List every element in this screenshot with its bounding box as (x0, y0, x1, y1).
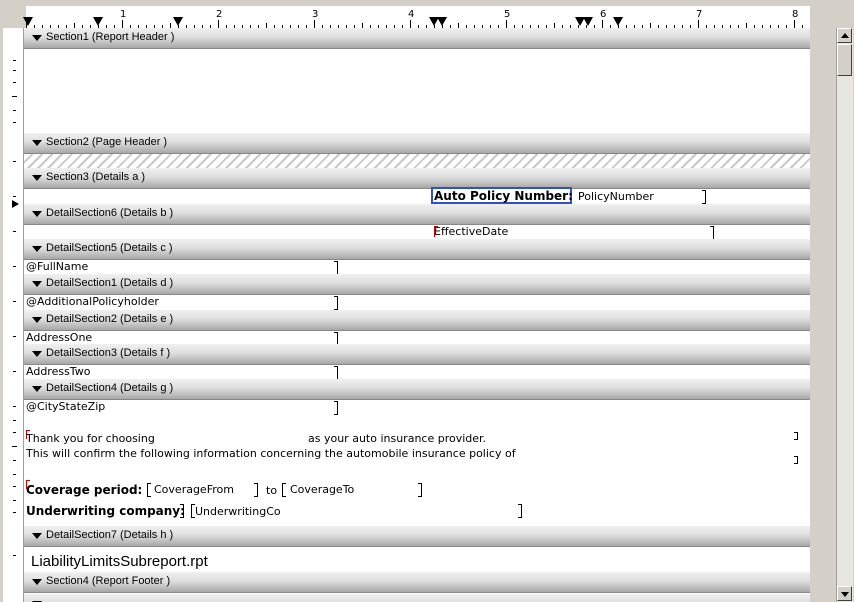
confirm-text[interactable]: This will confirm the following informat… (26, 447, 516, 461)
section-label: DetailSection3 (Details f ) (46, 347, 171, 359)
section-band-details-h[interactable]: DetailSection7 (Details h ) (24, 526, 810, 547)
section-label: Section3 (Details a ) (46, 171, 146, 183)
collapse-triangle-icon[interactable] (32, 281, 42, 287)
ruler-tick (794, 20, 795, 28)
collapse-triangle-icon[interactable] (32, 533, 42, 539)
ruler-tick (218, 20, 219, 28)
collapse-triangle-icon[interactable] (32, 175, 42, 181)
section-label: DetailSection1 (Details d ) (46, 277, 174, 289)
guide-marker-icon[interactable] (173, 17, 183, 26)
collapse-triangle-icon[interactable] (32, 351, 42, 357)
additional-policyholder-field[interactable]: @AdditionalPolicyholder (26, 295, 159, 309)
section-label: DetailSection2 (Details e ) (46, 313, 174, 325)
guide-marker-icon[interactable] (23, 17, 33, 26)
arrow-down-icon (841, 592, 849, 597)
section-label: DetailSection6 (Details b ) (46, 207, 174, 219)
ruler-number: 2 (216, 9, 223, 20)
vertical-ruler[interactable] (3, 28, 24, 602)
ruler-number: 5 (504, 9, 511, 20)
report-design-canvas[interactable]: Section1 (Report Header ) Section2 (Page… (24, 28, 810, 602)
address-two-field[interactable]: AddressTwo (26, 365, 90, 379)
liability-limits-subreport[interactable]: LiabilityLimitsSubreport.rpt (31, 553, 208, 571)
coverage-from-field[interactable]: CoverageFrom (154, 483, 234, 497)
horizontal-ruler[interactable]: 1 2 3 4 5 6 7 8 (23, 6, 810, 29)
underwriting-co-field[interactable]: UnderwritingCo (195, 505, 281, 519)
provider-text[interactable]: as your auto insurance provider. (308, 432, 486, 446)
address-one-field[interactable]: AddressOne (26, 331, 92, 345)
section-label: DetailSection5 (Details c ) (46, 242, 173, 254)
section-band-report-header[interactable]: Section1 (Report Header ) (24, 28, 810, 49)
collapse-triangle-icon[interactable] (32, 579, 42, 585)
ruler-number: 4 (408, 9, 415, 20)
ruler-tick (602, 20, 603, 28)
vertical-scrollbar[interactable] (836, 28, 853, 602)
coverage-to-field[interactable]: CoverageTo (290, 483, 354, 497)
section-label: Section2 (Page Header ) (46, 136, 168, 148)
ruler-number: 8 (792, 9, 799, 20)
scroll-up-button[interactable] (837, 28, 852, 43)
collapse-triangle-icon[interactable] (32, 140, 42, 146)
ruler-tick (698, 20, 699, 28)
section-band-details-d[interactable]: DetailSection1 (Details d ) (24, 274, 810, 295)
ruler-number: 7 (696, 9, 703, 20)
guide-marker-icon[interactable] (437, 17, 447, 26)
collapse-triangle-icon[interactable] (32, 386, 42, 392)
full-name-field[interactable]: @FullName (26, 260, 88, 274)
policy-number-field[interactable]: PolicyNumber (578, 190, 654, 204)
section-band-details-g[interactable]: DetailSection4 (Details g ) (24, 379, 810, 400)
collapse-triangle-icon[interactable] (32, 317, 42, 323)
ruler-tick (410, 20, 411, 28)
city-state-zip-field[interactable]: @CityStateZip (26, 400, 105, 414)
underwriting-company-label[interactable]: Underwriting company: (26, 504, 185, 518)
scroll-thumb[interactable] (837, 44, 852, 76)
suppressed-section-area (24, 154, 810, 168)
section-label: Section4 (Report Footer ) (46, 575, 171, 587)
section-band-details-b[interactable]: DetailSection6 (Details b ) (24, 204, 810, 225)
ruler-tick (122, 20, 123, 28)
to-text[interactable]: to (266, 484, 277, 498)
section-band-page-header[interactable]: Section2 (Page Header ) (24, 133, 810, 154)
section-label: DetailSection7 (Details h ) (46, 529, 174, 541)
section-band-report-footer[interactable]: Section4 (Report Footer ) (24, 572, 810, 593)
section-band-page-footer[interactable] (24, 594, 810, 602)
ruler-tick (506, 20, 507, 28)
ruler-number: 6 (600, 9, 607, 20)
ruler-tick (314, 20, 315, 28)
arrow-up-icon (841, 33, 849, 38)
section-band-details-f[interactable]: DetailSection3 (Details f ) (24, 344, 810, 365)
collapse-triangle-icon[interactable] (32, 35, 42, 41)
row-marker-icon (12, 200, 19, 208)
guide-marker-icon[interactable] (613, 17, 623, 26)
ruler-number: 1 (120, 9, 127, 20)
thank-you-text[interactable]: Thank you for choosing (26, 432, 155, 446)
ruler-number: 3 (312, 9, 319, 20)
coverage-period-label[interactable]: Coverage period: (26, 483, 142, 497)
section-label: Section1 (Report Header ) (46, 31, 175, 43)
section-label: DetailSection4 (Details g ) (46, 382, 174, 394)
effective-date-field[interactable]: EffectiveDate (434, 225, 508, 239)
collapse-triangle-icon[interactable] (32, 211, 42, 217)
guide-marker-icon[interactable] (583, 17, 593, 26)
section-band-details-c[interactable]: DetailSection5 (Details c ) (24, 239, 810, 260)
auto-policy-number-label[interactable]: Auto Policy Number: (434, 189, 573, 203)
scroll-down-button[interactable] (837, 586, 852, 601)
section-band-details-e[interactable]: DetailSection2 (Details e ) (24, 310, 810, 331)
guide-marker-icon[interactable] (93, 17, 103, 26)
collapse-triangle-icon[interactable] (32, 246, 42, 252)
section-band-details-a[interactable]: Section3 (Details a ) (24, 168, 810, 189)
